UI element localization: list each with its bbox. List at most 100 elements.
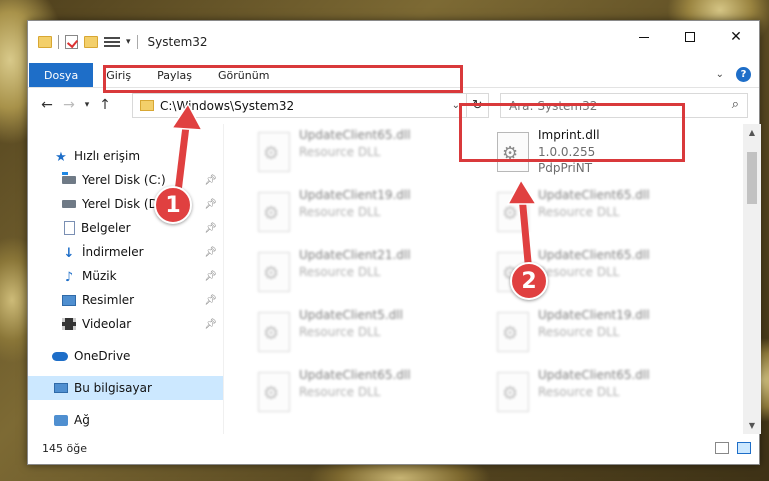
- address-bar[interactable]: C:\Windows\System32 ⌄ ↻: [132, 93, 489, 118]
- forward-arrow-icon[interactable]: →: [58, 97, 80, 113]
- list-item[interactable]: UpdateClient21.dll Resource DLL: [248, 244, 474, 303]
- tab-file[interactable]: Dosya: [29, 63, 94, 87]
- quick-access-toolbar: ▾: [28, 35, 131, 49]
- cloud-icon: [52, 351, 68, 361]
- scroll-thumb[interactable]: [747, 152, 757, 204]
- view-toggle: [715, 442, 751, 454]
- file-name: UpdateClient19.dll: [299, 188, 411, 202]
- sidebar-item-label: Müzik: [82, 269, 117, 283]
- window-title: System32: [147, 35, 208, 49]
- vertical-scrollbar[interactable]: ▲ ▼: [743, 124, 761, 434]
- sidebar-item-local-disk-d[interactable]: Yerel Disk (D:) 📌︎: [28, 192, 223, 216]
- recent-dropdown-icon[interactable]: ▾: [80, 100, 94, 110]
- file-description: Resource DLL: [538, 385, 620, 399]
- file-name: UpdateClient65.dll: [538, 368, 650, 382]
- sidebar-item-label: Videolar: [82, 317, 132, 331]
- file-name: UpdateClient65.dll: [538, 188, 650, 202]
- title-bar: ▾ System32 ✕: [28, 21, 759, 63]
- computer-icon: [54, 383, 68, 393]
- file-description: Resource DLL: [538, 325, 620, 339]
- minimize-icon: [639, 36, 649, 38]
- pin-icon: 📌︎: [204, 318, 217, 330]
- file-name: UpdateClient65.dll: [299, 128, 411, 142]
- file-name: UpdateClient19.dll: [538, 308, 650, 322]
- search-icon[interactable]: ⌕: [732, 97, 739, 112]
- pictures-icon: [62, 294, 76, 306]
- list-item[interactable]: UpdateClient65.dll Resource DLL: [248, 124, 474, 183]
- item-count: 145 öğe: [42, 441, 87, 455]
- sidebar-item-label: Hızlı erişim: [74, 149, 141, 163]
- sidebar-item-pictures[interactable]: Resimler 📌︎: [28, 288, 223, 312]
- minimize-button[interactable]: [621, 21, 667, 53]
- pin-icon: 📌︎: [204, 198, 217, 210]
- details-view-icon[interactable]: [715, 442, 729, 454]
- file-company: PdpPriNT: [538, 161, 593, 175]
- close-icon: ✕: [730, 29, 742, 45]
- videos-icon: [62, 318, 76, 330]
- dll-file-icon: [258, 312, 290, 352]
- sidebar-item-label: Yerel Disk (C:): [82, 173, 166, 187]
- sidebar-item-downloads[interactable]: ↓ İndirmeler 📌︎: [28, 240, 223, 264]
- chevron-down-icon[interactable]: ▾: [126, 37, 131, 47]
- sidebar-item-local-disk-c[interactable]: Yerel Disk (C:) 📌︎: [28, 168, 223, 192]
- maximize-button[interactable]: [667, 21, 713, 53]
- disk-icon: [62, 172, 76, 184]
- file-description: Resource DLL: [299, 265, 381, 279]
- up-arrow-icon[interactable]: ↑: [94, 97, 116, 113]
- back-arrow-icon[interactable]: ←: [36, 97, 58, 113]
- window-controls: ✕: [621, 21, 759, 53]
- sidebar-item-videos[interactable]: Videolar 📌︎: [28, 312, 223, 336]
- list-item[interactable]: UpdateClient65.dll Resource DLL: [248, 364, 474, 423]
- sidebar-item-label: Resimler: [82, 293, 135, 307]
- disk-icon: [62, 200, 76, 208]
- pin-icon: 📌︎: [204, 174, 217, 186]
- expand-ribbon-icon[interactable]: ⌄: [716, 69, 724, 80]
- sidebar-item-network[interactable]: Ağ: [28, 408, 223, 432]
- sidebar-item-onedrive[interactable]: OneDrive: [28, 344, 223, 368]
- folder-icon: [140, 100, 154, 111]
- title-divider: [136, 35, 138, 49]
- scroll-up-icon[interactable]: ▲: [743, 124, 761, 141]
- sidebar-item-music[interactable]: ♪ Müzik 📌︎: [28, 264, 223, 288]
- new-folder-icon[interactable]: [84, 36, 98, 48]
- network-icon: [54, 414, 68, 426]
- main-content: ★ Hızlı erişim Yerel Disk (C:) 📌︎ Yerel …: [28, 124, 761, 434]
- step-marker-1: 1: [154, 186, 192, 224]
- file-description: Resource DLL: [299, 205, 381, 219]
- toolbar-divider: [58, 35, 59, 49]
- sidebar-item-documents[interactable]: Belgeler 📌︎: [28, 216, 223, 240]
- file-name: UpdateClient5.dll: [299, 308, 403, 322]
- file-description: Resource DLL: [299, 385, 381, 399]
- list-item[interactable]: UpdateClient19.dll Resource DLL: [487, 304, 713, 363]
- status-bar: 145 öğe: [28, 432, 761, 464]
- file-name: UpdateClient21.dll: [299, 248, 411, 262]
- list-item[interactable]: UpdateClient19.dll Resource DLL: [248, 184, 474, 243]
- list-item[interactable]: UpdateClient65.dll Resource DLL: [487, 364, 713, 423]
- pin-icon: 📌︎: [204, 246, 217, 258]
- folder-icon[interactable]: [38, 36, 52, 48]
- help-icon[interactable]: ?: [736, 67, 751, 82]
- dll-file-icon: [497, 192, 529, 232]
- close-button[interactable]: ✕: [713, 21, 759, 53]
- address-path[interactable]: C:\Windows\System32: [160, 99, 294, 113]
- sidebar-item-label: Belgeler: [81, 221, 131, 235]
- sidebar-item-label: Bu bilgisayar: [74, 381, 152, 395]
- dll-file-icon: [258, 192, 290, 232]
- sidebar-item-quick-access[interactable]: ★ Hızlı erişim: [28, 144, 223, 168]
- properties-icon[interactable]: [104, 36, 120, 49]
- tiles-view-icon[interactable]: [737, 442, 751, 454]
- address-highlight-box: [103, 65, 463, 93]
- sidebar-item-label: İndirmeler: [82, 245, 144, 259]
- maximize-icon: [685, 32, 695, 42]
- pin-icon: 📌︎: [204, 222, 217, 234]
- file-name: UpdateClient65.dll: [538, 248, 650, 262]
- file-description: Resource DLL: [538, 265, 620, 279]
- properties-check-icon[interactable]: [65, 35, 78, 49]
- sidebar-item-this-pc[interactable]: Bu bilgisayar: [28, 376, 223, 400]
- list-item[interactable]: UpdateClient65.dll Resource DLL: [487, 184, 713, 243]
- file-description: Resource DLL: [299, 145, 381, 159]
- file-description: Resource DLL: [299, 325, 381, 339]
- ribbon-right-controls: ⌄ ?: [716, 67, 751, 82]
- list-item[interactable]: UpdateClient5.dll Resource DLL: [248, 304, 474, 363]
- dll-file-icon: [258, 252, 290, 292]
